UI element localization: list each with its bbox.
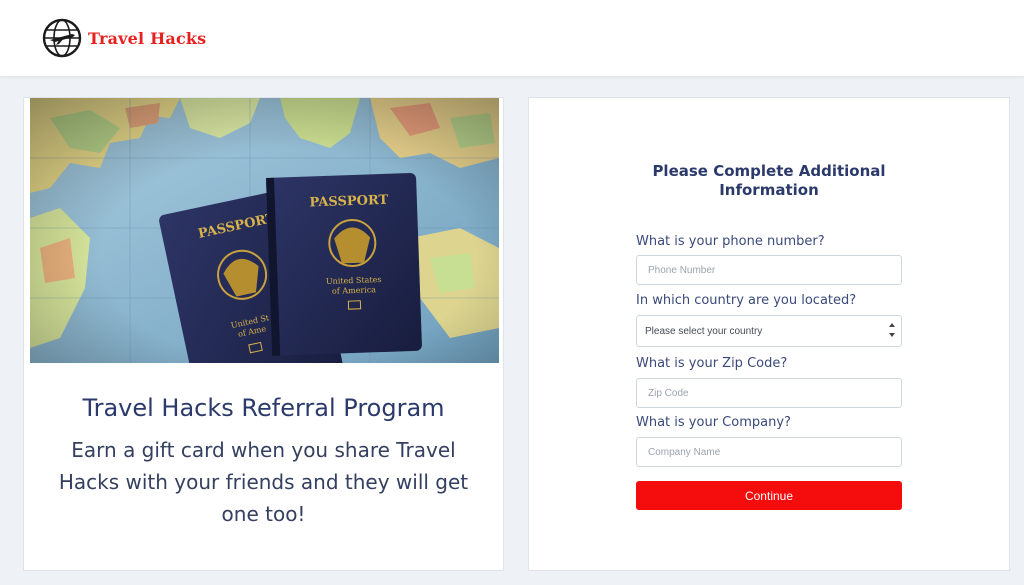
country-select[interactable]: Please select your country xyxy=(636,315,902,347)
phone-input[interactable]: Phone Number xyxy=(636,255,902,285)
country-select-value: Please select your country xyxy=(645,325,763,337)
company-placeholder: Company Name xyxy=(648,446,721,458)
company-input[interactable]: Company Name xyxy=(636,437,902,467)
globe-plane-icon xyxy=(42,18,82,58)
continue-button[interactable]: Continue xyxy=(636,481,902,510)
form-title: Please Complete Additional Information xyxy=(652,162,886,199)
zip-placeholder: Zip Code xyxy=(648,387,689,399)
zip-label: What is your Zip Code? xyxy=(636,356,788,371)
svg-text:of America: of America xyxy=(332,285,377,296)
top-bar: Travel Hacks xyxy=(0,0,1024,77)
brand-logo[interactable]: Travel Hacks xyxy=(42,18,206,58)
additional-info-form: Please Complete Additional Information W… xyxy=(528,97,1010,571)
referral-card: PASSPORT United St of Ame PASSPORT Unite… xyxy=(23,97,504,571)
promo-title: Travel Hacks Referral Program xyxy=(82,394,445,422)
phone-placeholder: Phone Number xyxy=(648,264,716,276)
phone-label: What is your phone number? xyxy=(636,234,825,249)
promo-description: Earn a gift card when you share Travel H… xyxy=(58,438,469,526)
select-arrows-icon xyxy=(889,323,895,337)
brand-name: Travel Hacks xyxy=(88,28,207,48)
company-label: What is your Company? xyxy=(636,415,791,430)
zip-input[interactable]: Zip Code xyxy=(636,378,902,408)
front-passport-label: PASSPORT xyxy=(309,193,389,211)
country-label: In which country are you located? xyxy=(636,293,857,308)
passport-map-image: PASSPORT United St of Ame PASSPORT Unite… xyxy=(30,98,499,363)
